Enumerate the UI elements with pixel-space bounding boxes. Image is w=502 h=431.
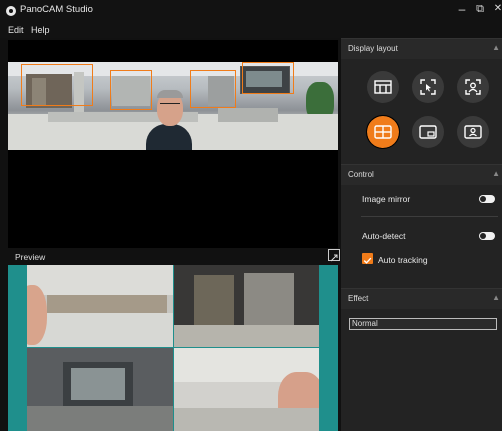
display-layout-title: Display layout — [348, 44, 398, 53]
divider — [361, 216, 498, 217]
panorama-image — [8, 62, 338, 150]
presenter-icon — [464, 125, 482, 139]
auto-detect-label: Auto-detect — [362, 231, 406, 241]
image-mirror-toggle[interactable] — [479, 195, 495, 203]
image-mirror-label: Image mirror — [362, 194, 411, 204]
control-header[interactable]: Control ▲ — [341, 164, 502, 185]
preview-tile[interactable] — [174, 348, 319, 431]
layout-pip-button[interactable] — [412, 116, 444, 148]
detection-box — [242, 62, 294, 94]
picture-in-picture-icon — [419, 125, 437, 139]
preview-header: Preview — [8, 248, 340, 265]
menu-bar: Edit Help — [0, 22, 502, 38]
detection-box — [190, 70, 236, 108]
control-title: Control — [348, 170, 374, 179]
app-title: PanoCAM Studio — [20, 4, 93, 15]
layout-grid-button[interactable] — [366, 115, 400, 149]
preview-tile[interactable] — [27, 348, 173, 431]
cursor-frame-icon — [420, 79, 436, 95]
main-camera-view[interactable] — [8, 40, 338, 248]
layout-presenter-button[interactable] — [457, 116, 489, 148]
chevron-up-icon: ▲ — [492, 43, 500, 52]
effect-title: Effect — [348, 294, 369, 303]
effect-select[interactable]: Normal — [349, 318, 497, 330]
preview-grid — [8, 265, 338, 431]
auto-detect-toggle[interactable] — [479, 232, 495, 240]
app-logo-icon — [6, 6, 16, 16]
preview-label: Preview — [15, 252, 46, 262]
menu-help[interactable]: Help — [31, 25, 50, 35]
minimize-button[interactable]: – — [455, 2, 469, 16]
checkmark-icon — [363, 257, 372, 264]
preview-tile[interactable] — [174, 265, 319, 347]
preview-tile[interactable] — [27, 265, 173, 347]
chevron-up-icon: ▲ — [492, 293, 500, 302]
chevron-up-icon: ▲ — [492, 169, 500, 178]
grid-icon — [374, 125, 392, 139]
auto-tracking-label: Auto tracking — [378, 255, 428, 265]
expand-icon[interactable] — [328, 249, 340, 262]
layout-person-focus-button[interactable] — [457, 71, 489, 103]
restore-button[interactable]: ⧉ — [473, 2, 487, 16]
settings-panel: Display layout ▲ Control ▲ Image mirror … — [341, 38, 502, 431]
display-layout-header[interactable]: Display layout ▲ — [341, 38, 502, 59]
table-layout-icon — [374, 80, 392, 94]
auto-tracking-checkbox[interactable] — [362, 253, 373, 264]
detection-box — [110, 70, 152, 110]
person-frame-icon — [465, 79, 481, 95]
menu-edit[interactable]: Edit — [8, 25, 24, 35]
layout-table-button[interactable] — [367, 71, 399, 103]
close-button[interactable]: ✕ — [491, 2, 502, 16]
detection-box — [21, 64, 93, 106]
title-bar: PanoCAM Studio – ⧉ ✕ — [0, 0, 502, 22]
layout-speaker-focus-button[interactable] — [412, 71, 444, 103]
effect-header[interactable]: Effect ▲ — [341, 288, 502, 309]
